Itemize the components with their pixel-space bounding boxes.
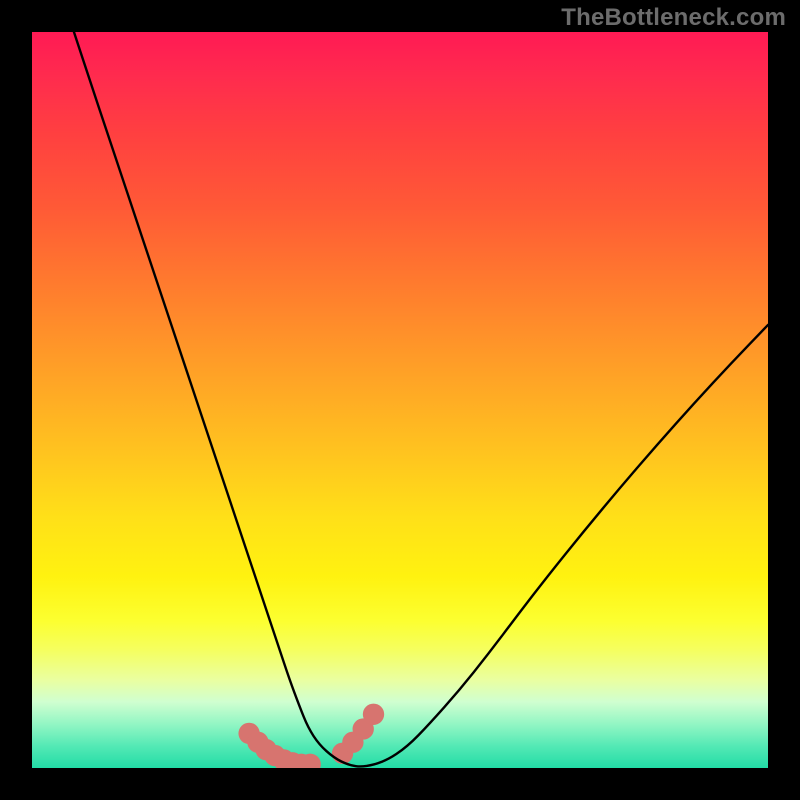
- bottleneck-curve: [74, 32, 768, 766]
- chart-svg: [32, 32, 768, 768]
- marker-group: [238, 704, 384, 768]
- watermark-text: TheBottleneck.com: [561, 4, 786, 32]
- plot-area: [32, 32, 768, 768]
- marker-dot: [363, 704, 384, 725]
- outer-frame: TheBottleneck.com: [0, 0, 800, 800]
